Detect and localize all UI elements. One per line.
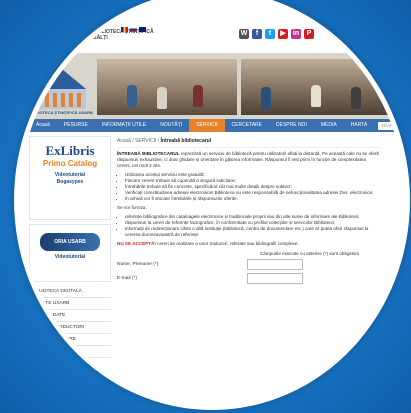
email-label: E-mail (*) [117,276,137,281]
nav-item-informa-ii-utile[interactable]: INFORMAȚII UTILE [95,119,153,132]
sidebar-list-item[interactable]: BIBLIOTECA DIGITALĂ [29,286,111,298]
not-accepted-note: NU SE ACCEPTĂ! cereri de realizare a uno… [117,241,299,246]
circular-frame: BIBLIOTECA ȘTIINȚIFICĂ BĂLȚI Wf t ▶ in P BI [14,0,410,410]
pinterest-icon[interactable]: P [304,29,314,39]
nav-item-media[interactable]: MEDIA [314,119,344,132]
website-page: BIBLIOTECA ȘTIINȚIFICĂ BĂLȚI Wf t ▶ in P BI [19,5,405,405]
offers-list: referințe bibliografice din cataloagele … [125,214,379,238]
computer-room-photo [241,59,391,115]
nav-item-nout-i[interactable]: NOUTĂȚI [153,119,189,132]
sidebar-list-item[interactable]: SERVICII NOASTRE [29,334,111,346]
breadcrumb-current: Întreabă bibliotecarul [160,138,212,144]
name-input[interactable] [247,259,303,270]
nav-item-cercetare[interactable]: CERCETARE [225,119,269,132]
sidebar-list-item[interactable]: ACCESS PRODUCTORI [29,322,111,334]
header: BIBLIOTECA ȘTIINȚIFICĂ BĂLȚI Wf t ▶ in P [19,5,405,55]
banner: BIBLIOTECA ȘTIINȚIFICĂ USARB [19,53,405,119]
offer-title: Se vor furniza: [117,205,147,210]
breadcrumb: Acasă / SERVICII / Întreabă bibliotecaru… [117,136,379,148]
nav-item-despre-noi[interactable]: DESPRE NOI [269,119,314,132]
wikipedia-icon[interactable]: W [239,29,249,39]
list-item: În arhivă vor fi stocate întrebările și … [125,196,379,202]
name-row: Nume, Prenume (*) [117,259,379,270]
oria-box[interactable]: ORIA USARB Videotutorial [29,224,111,282]
main-content: Acasă / SERVICII / Întreabă bibliotecaru… [117,136,379,405]
breadcrumb-section[interactable]: SERVICII [135,138,156,144]
social-links: Wf t ▶ in P [239,29,314,39]
banner-caption: BIBLIOTECA ȘTIINȚIFICĂ USARB [29,110,93,115]
facebook-icon[interactable]: f [252,29,262,39]
reading-room-photo [97,59,237,115]
email-input[interactable] [247,273,303,284]
nav-item-servicii[interactable]: SERVICII [189,119,225,132]
sidebar-list-item[interactable]: REVISTE USARB [29,298,111,310]
content-area: ExLibris Primo Catalog Videotutorial Bog… [19,132,405,405]
email-row: E-mail (*) [117,273,379,284]
name-label: Nume, Prenume (*) [117,262,159,267]
sidebar-list-item[interactable]: BAZE DE DATE [29,310,111,322]
main-nav: Acasă PESURSE INFORMAȚII UTILE NOUTĂȚI SERVI… [19,119,405,132]
nav-item-pesurse[interactable]: PESURSE [57,119,95,132]
rules-list: Utilizarea acestui serviciu este gratuit… [125,172,379,202]
videotutorial-link[interactable]: Videotutorial [30,172,110,179]
primo-catalog-label: Primo Catalog [42,159,98,168]
primo-catalog-box[interactable]: ExLibris Primo Catalog Videotutorial Bog… [29,136,111,220]
youtube-icon[interactable]: ▶ [278,29,288,39]
language-flags [121,27,146,32]
nav-item-acas-[interactable]: Acasă [29,119,57,132]
list-item: informații de redirecționare către o alt… [125,226,379,238]
secondary-link[interactable]: Bogasypes [30,179,110,186]
flag-ru-icon[interactable] [130,27,137,32]
oria-videotutorial-link[interactable]: Videotutorial [30,254,110,261]
nav-item-harta[interactable]: HARTA [344,119,374,132]
library-logo-icon[interactable] [35,61,90,111]
intro-paragraph: ÎNTREABĂ BIBLIOTECARUL reprezintă un ser… [117,151,379,168]
flag-en-icon[interactable] [139,27,146,32]
instagram-icon[interactable]: in [291,29,301,39]
oria-logo: ORIA USARB [40,233,100,251]
twitter-icon[interactable]: t [265,29,275,39]
sidebar-list: BIBLIOTECA DIGITALĂ REVISTE USARB BAZE DE … [29,286,111,358]
breadcrumb-home[interactable]: Acasă [117,138,131,144]
sidebar: ExLibris Primo Catalog Videotutorial Bog… [29,136,111,405]
exlibris-logo: ExLibris [45,143,95,158]
sidebar-list-item[interactable]: NOUTĂȚI DE CĂRȚI [29,346,111,358]
required-fields-note: Câmpurile marcate cu asterisc (*) sunt o… [259,251,359,256]
flag-ro-icon[interactable] [121,27,128,32]
